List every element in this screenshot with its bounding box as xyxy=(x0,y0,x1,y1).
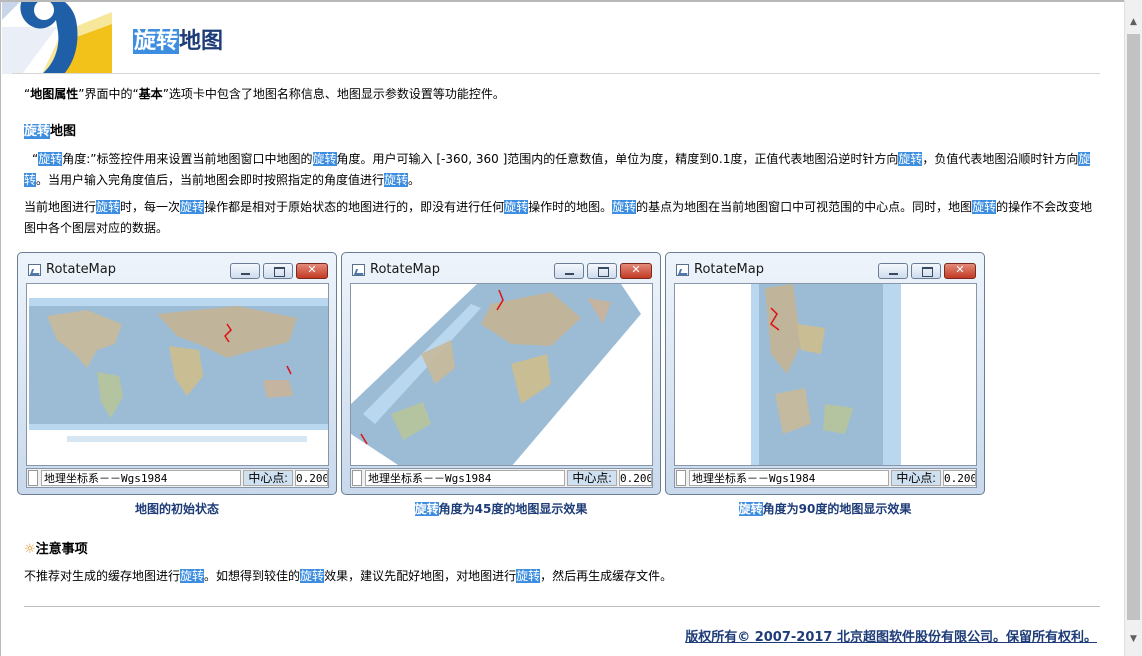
center-point-label: 中心点: xyxy=(243,470,293,486)
map-window-icon xyxy=(676,264,689,276)
scroll-thumb[interactable] xyxy=(1127,34,1140,620)
window-title: RotateMap xyxy=(694,262,764,277)
close-icon: ✕ xyxy=(631,263,641,276)
footer-divider xyxy=(24,606,1100,607)
rotatemap-window-0deg: RotateMap ✕ 地理坐标系－－Wgs1984 中心点: 0.2007 xyxy=(17,252,337,495)
status-bar: 地理坐标系－－Wgs1984 中心点: 0.2007 xyxy=(26,468,329,488)
close-icon: ✕ xyxy=(307,263,317,276)
center-point-label: 中心点: xyxy=(567,470,617,486)
rotation-behavior-paragraph: 当前地图进行旋转时，每一次旋转操作都是相对于原始状态的地图进行的，即没有进行任何… xyxy=(24,200,1093,235)
center-point-value[interactable]: 0.2007 xyxy=(943,470,976,486)
minimize-button[interactable] xyxy=(554,263,584,279)
map-view[interactable] xyxy=(350,283,653,466)
close-icon: ✕ xyxy=(955,263,965,276)
map-window-icon xyxy=(352,264,365,276)
page-title: 旋转地图 xyxy=(133,29,224,54)
status-bar: 地理坐标系－－Wgs1984 中心点: 0.2007 xyxy=(350,468,653,488)
statusbar-grip xyxy=(676,470,686,486)
maximize-button[interactable] xyxy=(587,263,617,279)
vertical-scrollbar[interactable]: ▲ ▼ xyxy=(1124,0,1142,656)
center-point-value[interactable]: 0.2007 xyxy=(295,470,328,486)
close-button[interactable]: ✕ xyxy=(296,263,328,279)
close-button[interactable]: ✕ xyxy=(944,263,976,279)
map-window-icon xyxy=(28,264,41,276)
coordinate-system-field: 地理坐标系－－Wgs1984 xyxy=(41,470,241,486)
coordinate-system-field: 地理坐标系－－Wgs1984 xyxy=(689,470,889,486)
center-point-label: 中心点: xyxy=(891,470,941,486)
statusbar-grip xyxy=(352,470,362,486)
map-view[interactable] xyxy=(674,283,977,466)
copyright-link[interactable]: 版权所有© 2007-2017 北京超图软件股份有限公司。保留所有权利。 xyxy=(685,626,1097,645)
caption-90-degree: 旋转角度为90度的地图显示效果 xyxy=(738,502,912,516)
maximize-button[interactable] xyxy=(911,263,941,279)
scroll-down-arrow-icon[interactable]: ▼ xyxy=(1125,631,1142,648)
status-bar: 地理坐标系－－Wgs1984 中心点: 0.2007 xyxy=(674,468,977,488)
caption-45-degree: 旋转角度为45度的地图显示效果 xyxy=(414,502,588,516)
close-button[interactable]: ✕ xyxy=(620,263,652,279)
minimize-button[interactable] xyxy=(230,263,260,279)
rotatemap-window-45deg: RotateMap ✕ 地理坐标系－－Wgs1984 中心点: 0.2007 xyxy=(341,252,661,495)
scroll-up-arrow-icon[interactable]: ▲ xyxy=(1125,14,1142,31)
caption-initial-state: 地图的初始状态 xyxy=(134,502,219,516)
notes-paragraph: 不推荐对生成的缓存地图进行旋转。如想得到较佳的旋转效果，建议先配好地图，对地图进… xyxy=(24,569,673,583)
minimize-button[interactable] xyxy=(878,263,908,279)
center-point-value[interactable]: 0.2007 xyxy=(619,470,652,486)
maximize-button[interactable] xyxy=(263,263,293,279)
rotation-angle-paragraph: “旋转角度:”标签控件用来设置当前地图窗口中地图的旋转角度。用户可输入 [-36… xyxy=(24,152,1091,187)
sun-icon: ☼ xyxy=(24,542,36,557)
header-divider xyxy=(12,73,1100,74)
rotatemap-window-90deg: RotateMap ✕ 地理坐标系－－Wgs1984 中心点: 0.2007 xyxy=(665,252,985,495)
section-heading-rotate-map: 旋转地图 xyxy=(24,124,77,139)
intro-paragraph: “地图属性”界面中的“基本”选项卡中包含了地图名称信息、地图显示参数设置等功能控… xyxy=(24,87,505,101)
window-title: RotateMap xyxy=(46,262,116,277)
statusbar-grip xyxy=(28,470,38,486)
window-title: RotateMap xyxy=(370,262,440,277)
notes-heading: ☼注意事项 xyxy=(24,542,88,557)
supermap-logo xyxy=(2,2,112,74)
coordinate-system-field: 地理坐标系－－Wgs1984 xyxy=(365,470,565,486)
map-view[interactable] xyxy=(26,283,329,466)
